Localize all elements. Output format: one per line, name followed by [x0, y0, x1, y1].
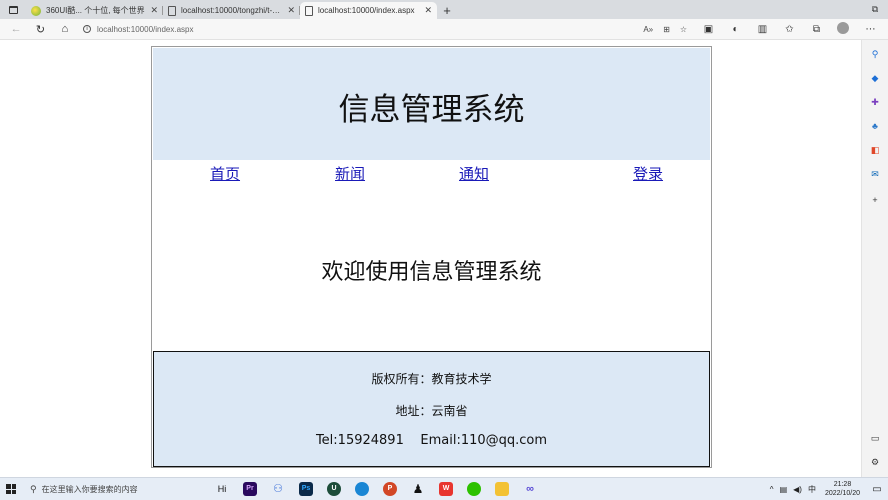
- tab-actions-menu-icon[interactable]: [0, 0, 26, 19]
- tab-title: 360UI酷... 个十位, 每个世界: [46, 6, 145, 15]
- home-icon[interactable]: ⌂: [53, 19, 77, 40]
- extension-icon[interactable]: ▣: [695, 24, 722, 35]
- page-footer: 版权所有：教育技术学 地址：云南省 Tel:15924891 Email:110…: [153, 351, 710, 467]
- url-text: localhost:10000/index.aspx: [96, 24, 194, 34]
- hi-label: Hi: [217, 484, 227, 494]
- more-menu-icon[interactable]: ⋯: [857, 24, 884, 35]
- nav-link-login[interactable]: 登录: [633, 163, 663, 184]
- edge-browser-icon[interactable]: [348, 478, 376, 500]
- footer-copyright: 版权所有：教育技术学: [371, 372, 492, 386]
- tools-icon[interactable]: ✚: [869, 96, 881, 108]
- nav-link-notice[interactable]: 通知: [459, 163, 489, 184]
- restore-window-icon[interactable]: ⧉: [862, 4, 888, 15]
- hi-app[interactable]: Hi: [208, 478, 236, 500]
- new-tab-button[interactable]: +: [437, 2, 457, 19]
- network-icon[interactable]: ▤: [780, 485, 788, 494]
- collections-icon[interactable]: ⧉: [803, 24, 830, 35]
- footer-contact: Tel:15924891 Email:110@qq.com: [315, 433, 548, 448]
- window-controls: ⧉: [862, 0, 888, 19]
- tab-title: localhost:10000/tongzhi/t-cbt.aspx: [181, 6, 283, 15]
- copilot-icon[interactable]: ◐: [722, 24, 749, 35]
- premiere-app-icon[interactable]: Pr: [236, 478, 264, 500]
- terminal-app-icon[interactable]: U: [320, 478, 348, 500]
- tab-360[interactable]: 360UI酷... 个十位, 每个世界 ✕: [26, 2, 163, 19]
- shopping-tag-icon[interactable]: ◆: [869, 72, 881, 84]
- document-icon: [168, 5, 176, 16]
- wps-app-icon[interactable]: W: [432, 478, 460, 500]
- nav-link-news[interactable]: 新闻: [335, 163, 365, 184]
- back-arrow-icon[interactable]: ←: [4, 19, 28, 40]
- close-tab-icon[interactable]: ✕: [424, 5, 432, 16]
- network-app-icon[interactable]: ⚇: [264, 478, 292, 500]
- browser-tab-bar: 360UI酷... 个十位, 每个世界 ✕ localhost:10000/to…: [0, 0, 888, 19]
- wechat-app-icon[interactable]: [460, 478, 488, 500]
- page-title: 信息管理系统: [338, 91, 525, 128]
- reload-icon[interactable]: ↻: [28, 19, 52, 40]
- settings-gear-icon[interactable]: ⚙: [869, 456, 881, 468]
- tab-index[interactable]: localhost:10000/index.aspx ✕: [300, 2, 437, 19]
- windows-taskbar: ⚲ 在这里输入你要搜索的内容 Hi Pr ⚇ Ps U P ♟ W ∞ ^ ▤ …: [0, 477, 888, 500]
- system-tray: ^ ▤ ◀) 中 21:28 2022/10/20 ▭: [767, 480, 888, 498]
- taskbar-apps: Hi Pr ⚇ Ps U P ♟ W ∞: [208, 478, 544, 500]
- profile-avatar-icon[interactable]: [830, 21, 857, 37]
- search-placeholder: 在这里输入你要搜索的内容: [41, 484, 138, 494]
- favorite-star-icon[interactable]: ☆: [680, 25, 687, 34]
- powerpoint-app-icon[interactable]: P: [376, 478, 404, 500]
- web-page: 信息管理系统 首页 新闻 通知 登录 欢迎使用信息管理系统 版权所有：教育技术学…: [151, 46, 712, 468]
- 360-browser-icon: [31, 5, 41, 16]
- search-icon: ⚲: [30, 483, 37, 494]
- footer-address: 地址：云南省: [395, 404, 468, 418]
- page-header: 信息管理系统: [153, 48, 710, 160]
- close-tab-icon[interactable]: ✕: [287, 5, 295, 16]
- site-info-icon[interactable]: i: [82, 25, 91, 33]
- photoshop-app-icon[interactable]: Ps: [292, 478, 320, 500]
- volume-icon[interactable]: ◀): [793, 485, 802, 494]
- nav-link-home[interactable]: 首页: [210, 163, 240, 184]
- qq-app-icon[interactable]: ♟: [404, 478, 432, 500]
- browser-toolbar: ← ↻ ⌂ i localhost:10000/index.aspx A» ⊞ …: [0, 19, 888, 40]
- notification-icon[interactable]: ▭: [866, 484, 888, 495]
- tab-title: localhost:10000/index.aspx: [318, 6, 415, 15]
- start-button[interactable]: [0, 478, 22, 500]
- browser-tools: ▣ ◐ ▥ ✩ ⧉ ⋯: [695, 21, 884, 37]
- read-aloud-icon[interactable]: A»: [643, 25, 653, 34]
- clock-date: 2022/10/20: [824, 490, 860, 497]
- outlook-icon[interactable]: ✉: [869, 168, 881, 180]
- favorites-icon[interactable]: ✩: [776, 24, 803, 35]
- taskbar-clock[interactable]: 21:28 2022/10/20: [825, 480, 860, 498]
- document-icon: [305, 5, 313, 16]
- close-tab-icon[interactable]: ✕: [150, 5, 158, 16]
- main-nav: 首页 新闻 通知 登录: [152, 163, 711, 185]
- tab-tongzhi[interactable]: localhost:10000/tongzhi/t-cbt.aspx ✕: [163, 2, 300, 19]
- input-method-icon[interactable]: 中: [808, 484, 816, 495]
- split-screen-icon[interactable]: ▥: [749, 24, 776, 35]
- welcome-message: 欢迎使用信息管理系统: [321, 260, 542, 285]
- app-available-icon[interactable]: ⊞: [663, 25, 670, 34]
- windows-logo-icon: [6, 484, 16, 494]
- add-sidebar-app-icon[interactable]: +: [869, 194, 881, 206]
- search-icon[interactable]: ⚲: [869, 48, 881, 60]
- games-icon[interactable]: ♣: [869, 120, 881, 132]
- file-explorer-icon[interactable]: [488, 478, 516, 500]
- edge-sidebar: ⚲ ◆ ✚ ♣ ◧ ✉ + ▭ ⚙: [861, 40, 888, 477]
- office-icon[interactable]: ◧: [869, 144, 881, 156]
- hide-sidebar-icon[interactable]: ▭: [869, 432, 881, 444]
- address-bar[interactable]: i localhost:10000/index.aspx A» ⊞ ☆: [77, 21, 687, 38]
- taskbar-search[interactable]: ⚲ 在这里输入你要搜索的内容: [22, 478, 172, 500]
- clock-time: 21:28: [833, 481, 852, 488]
- link-app-icon[interactable]: ∞: [516, 478, 544, 500]
- chevron-up-icon[interactable]: ^: [770, 485, 774, 494]
